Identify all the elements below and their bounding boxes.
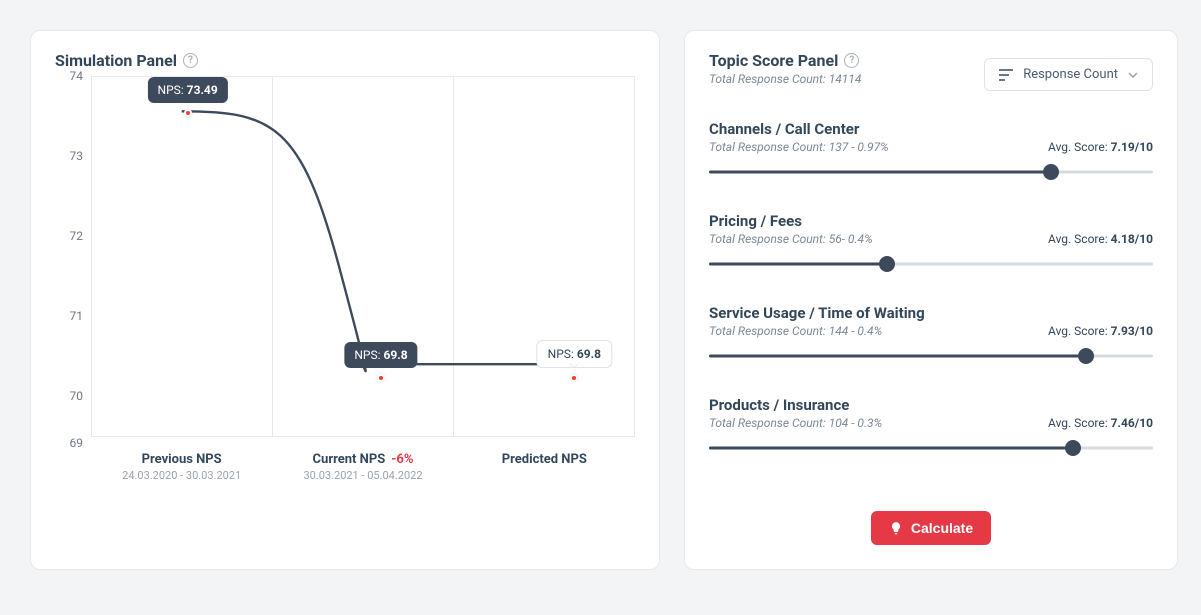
topic-avg-score: Avg. Score: 7.46/10 <box>1048 416 1153 430</box>
xlabel-previous: Previous NPS 24.03.2020 - 30.03.2021 <box>91 452 272 482</box>
help-icon[interactable]: ? <box>844 53 859 68</box>
sort-icon <box>999 69 1013 81</box>
bulb-icon <box>889 521 903 535</box>
topic-slider[interactable] <box>709 440 1153 456</box>
topic-item: Channels / Call Center Total Response Cou… <box>709 106 1153 198</box>
ylabel: 74 <box>55 69 83 83</box>
calculate-label: Calculate <box>911 520 973 536</box>
topic-item: Products / Insurance Total Response Count… <box>709 382 1153 474</box>
topic-name: Service Usage / Time of Waiting <box>709 304 1153 322</box>
ylabel: 72 <box>55 229 83 243</box>
topic-response-count: Total Response Count: 56- 0.4% <box>709 232 873 246</box>
chart-point-current <box>377 374 385 382</box>
slider-thumb[interactable] <box>1043 164 1059 180</box>
topic-response-count: Total Response Count: 144 - 0.4% <box>709 324 882 338</box>
sort-dropdown[interactable]: Response Count <box>984 58 1153 91</box>
xlabel-predicted: Predicted NPS <box>454 452 635 482</box>
tooltip-previous: NPS: 73.49 <box>148 77 228 103</box>
topic-response-count: Total Response Count: 104 - 0.3% <box>709 416 882 430</box>
simulation-panel-title: Simulation Panel ? <box>55 51 198 70</box>
slider-thumb[interactable] <box>1078 348 1094 364</box>
chart-line <box>91 76 635 420</box>
chart-xaxis: Previous NPS 24.03.2020 - 30.03.2021 Cur… <box>91 452 635 482</box>
topic-score-panel: Topic Score Panel ? Total Response Count… <box>684 30 1178 570</box>
simulation-title-text: Simulation Panel <box>55 51 177 70</box>
topic-avg-score: Avg. Score: 7.93/10 <box>1048 324 1153 338</box>
topic-slider[interactable] <box>709 164 1153 180</box>
ylabel: 69 <box>55 436 83 450</box>
topic-item: Service Usage / Time of Waiting Total Res… <box>709 290 1153 382</box>
slider-thumb[interactable] <box>1065 440 1081 456</box>
calculate-button[interactable]: Calculate <box>871 511 991 545</box>
slider-thumb[interactable] <box>879 256 895 272</box>
help-icon[interactable]: ? <box>183 53 198 68</box>
chevron-down-icon <box>1128 72 1138 78</box>
topic-name: Pricing / Fees <box>709 212 1153 230</box>
dropdown-label: Response Count <box>1023 67 1118 82</box>
topic-panel-subheader: Total Response Count: 14114 <box>709 72 861 86</box>
topic-name: Products / Insurance <box>709 396 1153 414</box>
xlabel-current: Current NPS-6% 30.03.2021 - 05.04.2022 <box>272 452 453 482</box>
topic-list[interactable]: Channels / Call Center Total Response Cou… <box>709 106 1177 497</box>
tooltip-current: NPS: 69.8 <box>344 342 417 368</box>
nps-chart: 74 73 72 71 70 69 NPS: 73.49 <box>55 76 635 476</box>
topic-name: Channels / Call Center <box>709 120 1153 138</box>
chart-point-previous <box>184 109 192 117</box>
topic-slider[interactable] <box>709 348 1153 364</box>
topic-response-count: Total Response Count: 137 - 0.97% <box>709 140 889 154</box>
topic-slider[interactable] <box>709 256 1153 272</box>
ylabel: 73 <box>55 149 83 163</box>
simulation-panel: Simulation Panel ? 74 73 72 71 70 69 <box>30 30 660 570</box>
topic-panel-title: Topic Score Panel ? <box>709 51 859 70</box>
topic-avg-score: Avg. Score: 7.19/10 <box>1048 140 1153 154</box>
ylabel: 71 <box>55 309 83 323</box>
tooltip-predicted: NPS: 69.8 <box>537 340 612 368</box>
chart-point-predicted <box>570 374 578 382</box>
topic-avg-score: Avg. Score: 4.18/10 <box>1048 232 1153 246</box>
topic-item: Pricing / Fees Total Response Count: 56- … <box>709 198 1153 290</box>
ylabel: 70 <box>55 389 83 403</box>
